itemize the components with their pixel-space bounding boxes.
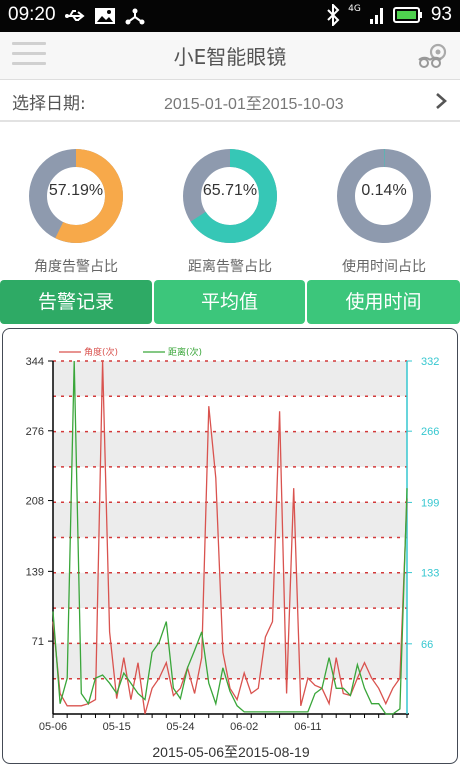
share-icon	[125, 8, 145, 25]
chevron-right-icon	[436, 93, 447, 109]
battery-level: 93	[430, 4, 452, 25]
right-tick-label: 133	[421, 568, 439, 580]
system-icons: 4G 93	[326, 4, 452, 26]
date-range: 2015-01-01至2015-10-03	[164, 96, 344, 113]
app-header: 小E智能眼镜	[0, 32, 460, 80]
signal-icon	[369, 8, 383, 24]
x-tick-label: 06-02	[230, 721, 258, 733]
alarm-chart-panel: 344 276 208 139 71 332 266 199 133 66 05-06 05-15 05…	[2, 328, 458, 764]
left-tick-label: 208	[26, 496, 44, 508]
angle-alarm-caption: 角度告警占比	[34, 259, 118, 275]
usage-time-caption: 使用时间占比	[342, 259, 426, 275]
left-tick-label: 344	[26, 356, 44, 368]
bluetooth-icon	[327, 4, 340, 26]
grid-band	[53, 643, 407, 679]
distance-alarm-caption: 距离告警占比	[188, 259, 272, 275]
x-tick-label: 05-24	[166, 721, 194, 733]
image-icon	[95, 8, 115, 24]
date-label: 选择日期:	[12, 94, 86, 114]
legend-label: 角度(次)	[84, 346, 118, 358]
right-tick-label: 332	[421, 356, 439, 368]
left-tick-label: 276	[26, 426, 44, 438]
x-tick-label: 05-15	[103, 721, 131, 733]
right-tick-label: 266	[421, 426, 439, 438]
left-tick-label: 139	[26, 566, 44, 578]
page-title: 小E智能眼镜	[173, 45, 287, 69]
status-bar: 09:20 4G 93	[0, 0, 460, 32]
date-selector[interactable]: 选择日期: 2015-01-01至2015-10-03	[0, 80, 460, 122]
angle-alarm-percent: 57.19%	[48, 182, 104, 199]
tab-average[interactable]: 平均值	[154, 280, 305, 324]
battery-icon	[392, 7, 422, 23]
legend-label: 距离(次)	[168, 346, 202, 358]
right-tick-label: 199	[421, 497, 439, 509]
grid-band	[53, 361, 407, 397]
usb-icon	[65, 10, 85, 21]
right-tick-label: 66	[421, 639, 433, 651]
status-time: 09:20	[8, 4, 56, 25]
notification-icons	[64, 6, 146, 26]
network-type: 4G	[348, 4, 361, 14]
grid-band	[53, 431, 407, 467]
x-axis-title: 2015-05-06至2015-08-19	[152, 744, 309, 760]
x-tick-label: 05-06	[39, 721, 67, 733]
tab-usage-time[interactable]: 使用时间	[307, 280, 460, 324]
alarm-line-chart: 344 276 208 139 71 332 266 199 133 66 05-06 05-15 05…	[26, 346, 440, 760]
distance-alarm-percent: 65.71%	[202, 182, 258, 199]
grid-band	[53, 572, 407, 609]
x-tick-label: 06-11	[294, 721, 321, 733]
glasses-settings-icon[interactable]	[416, 40, 448, 72]
left-tick-label: 71	[32, 636, 44, 648]
usage-time-percent: 0.14%	[361, 182, 407, 199]
tab-alarm-records[interactable]: 告警记录	[0, 280, 152, 324]
